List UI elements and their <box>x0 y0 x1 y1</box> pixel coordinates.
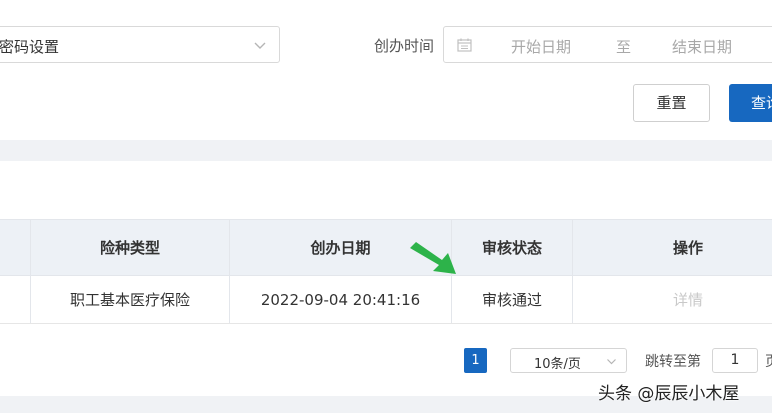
header-actions: 操作 <box>672 239 703 257</box>
category-select-value: 密码设置 <box>0 38 60 56</box>
page-size-select[interactable]: 10条/页 <box>510 348 627 373</box>
search-button[interactable]: 查询 <box>729 84 772 122</box>
review-status-cell: 审核通过 <box>452 276 573 323</box>
jump-to-label: 跳转至第 <box>645 354 701 370</box>
date-range-label: 创办时间 <box>374 37 435 55</box>
action-cell: 详情 <box>573 276 772 323</box>
date-start-input[interactable]: 开始日期 <box>511 36 571 57</box>
watermark-text: 头条 @辰辰小木屋 <box>598 384 740 404</box>
calendar-icon <box>457 38 472 52</box>
created-date-cell: 2022-09-04 20:41:16 <box>230 276 452 323</box>
chevron-down-icon <box>254 42 266 49</box>
section-divider <box>0 140 772 161</box>
header-select-column[interactable] <box>0 220 31 275</box>
page-number-current[interactable]: 1 <box>464 348 487 373</box>
reset-button[interactable]: 重置 <box>633 84 710 122</box>
insurance-type-cell: 职工基本医疗保险 <box>31 276 230 323</box>
date-end-input[interactable]: 结束日期 <box>672 36 732 57</box>
table-header: 险种类型 创办日期 审核状态 操作 <box>0 219 772 276</box>
chevron-down-icon <box>607 359 616 365</box>
jump-page-input[interactable]: 1 <box>712 348 758 373</box>
date-range-picker[interactable]: 开始日期 至 结束日期 <box>443 26 772 63</box>
header-insurance-type: 险种类型 <box>31 220 230 275</box>
jump-page-suffix: 页 <box>765 351 772 371</box>
row-checkbox-cell[interactable] <box>0 276 31 323</box>
header-review-status: 审核状态 <box>452 220 573 275</box>
filter-panel: 密码设置 创办时间 开始日期 至 结束日期 重置 查询 <box>0 0 772 140</box>
table-row: 职工基本医疗保险 2022-09-04 20:41:16 审核通过 详情 <box>0 276 772 324</box>
date-range-separator: 至 <box>616 38 632 56</box>
green-arrow-icon <box>410 242 456 274</box>
detail-link[interactable]: 详情 <box>673 289 703 310</box>
page-size-value: 10条/页 <box>534 357 581 372</box>
category-select[interactable]: 密码设置 <box>0 26 280 63</box>
